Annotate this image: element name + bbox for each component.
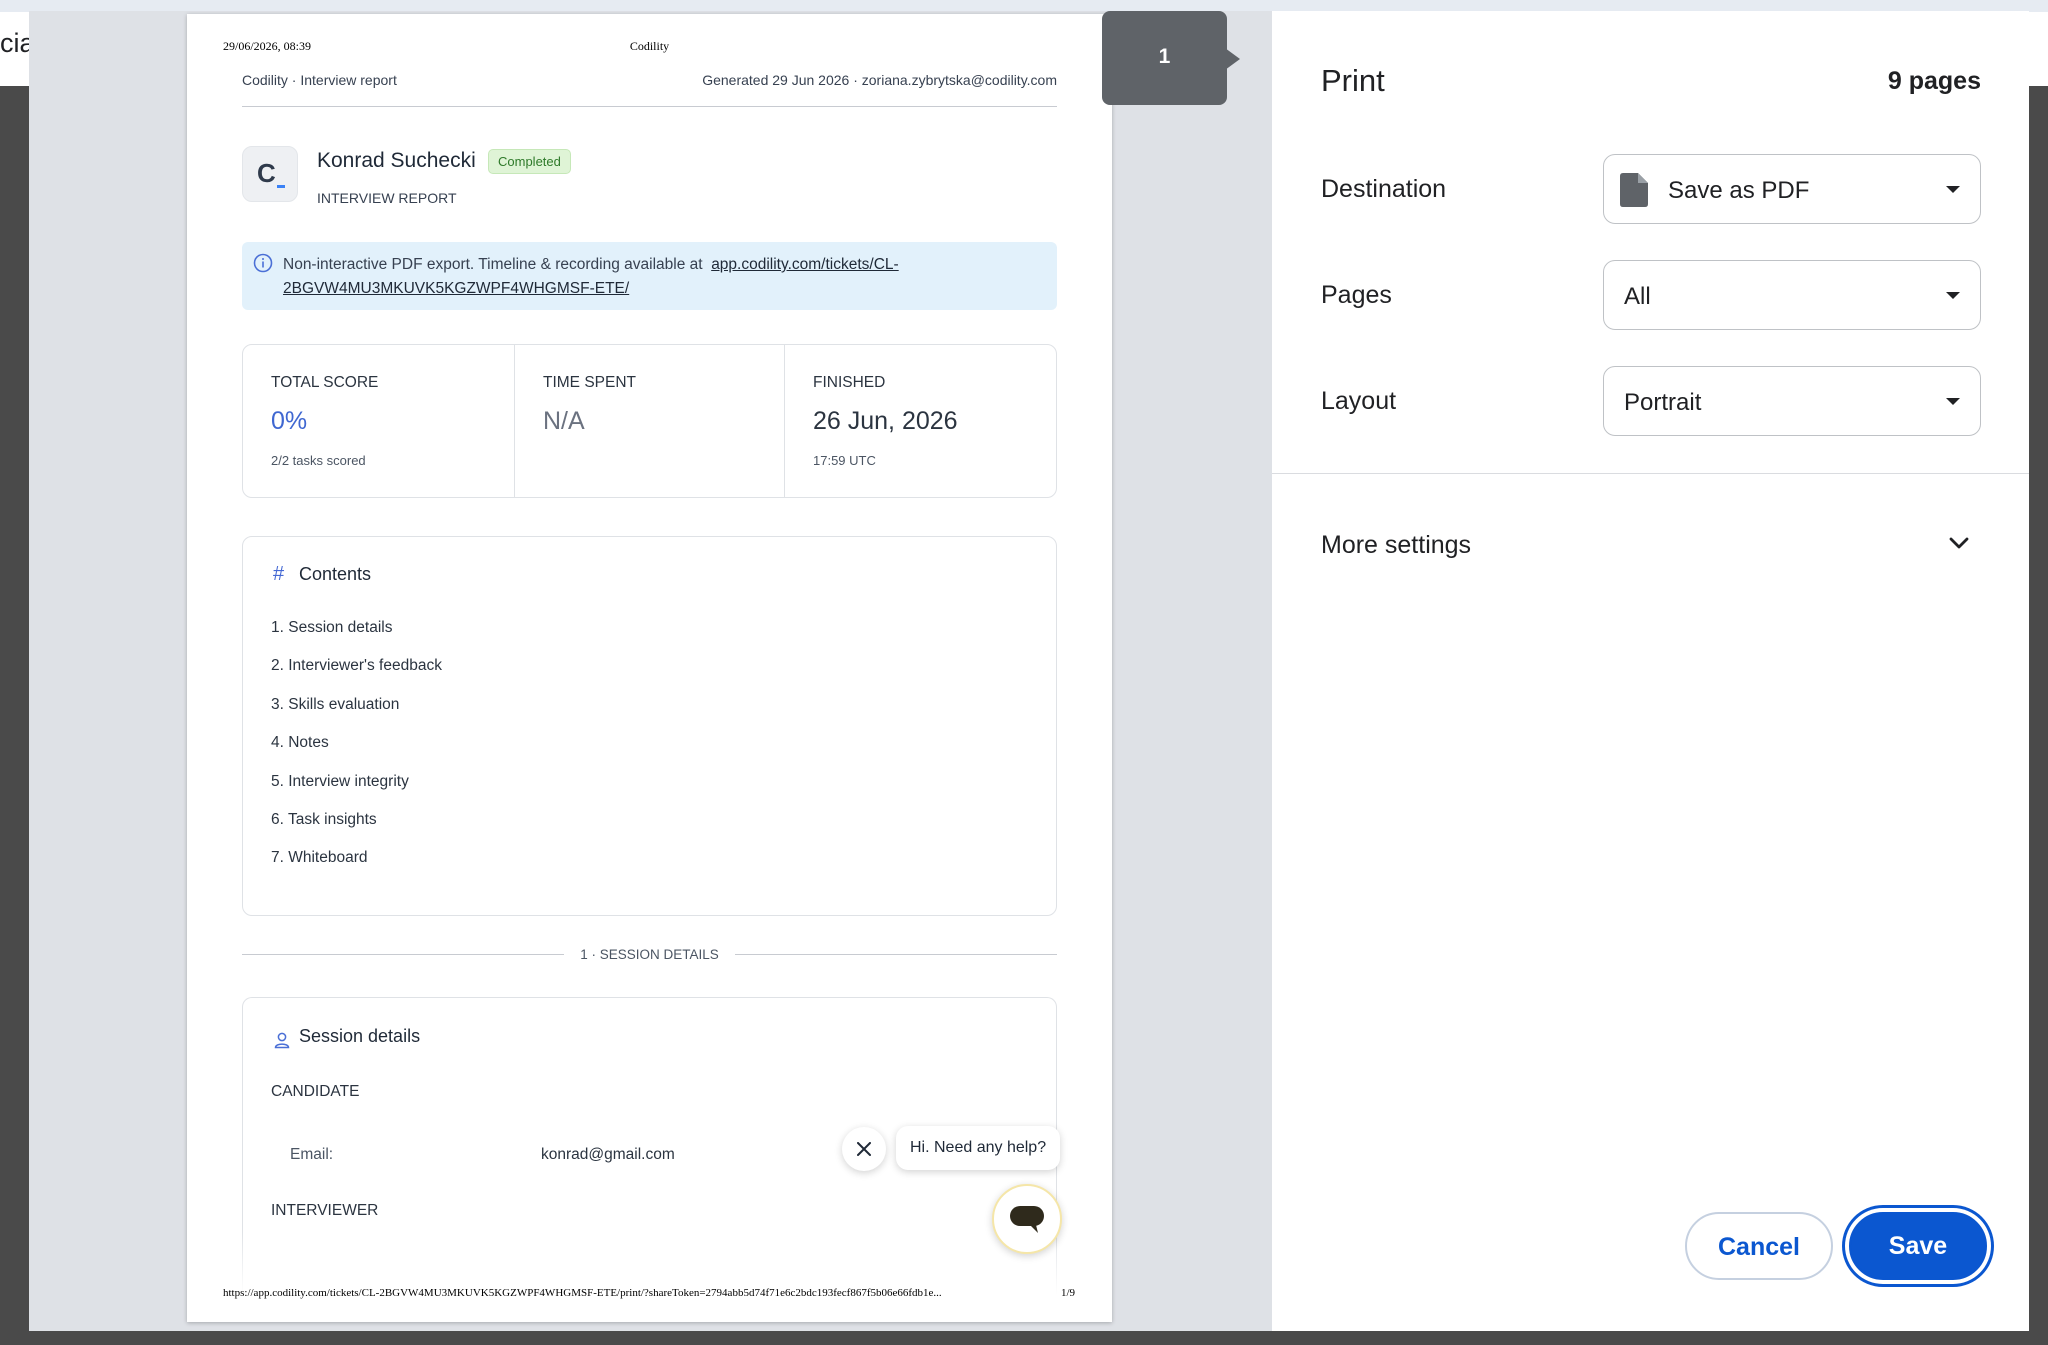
contents-item: 3. Skills evaluation bbox=[271, 695, 400, 713]
pages-value: All bbox=[1624, 283, 1651, 310]
page-count: 9 pages bbox=[1887, 67, 1981, 95]
chat-icon bbox=[1010, 1206, 1044, 1233]
chat-launcher-button[interactable] bbox=[992, 1184, 1062, 1254]
document-icon bbox=[1620, 173, 1648, 207]
print-title: Print bbox=[1321, 63, 1385, 98]
print-header-title: Codility bbox=[629, 39, 670, 53]
layout-label: Layout bbox=[1321, 387, 1397, 415]
close-icon bbox=[857, 1142, 871, 1156]
session-title: Session details bbox=[299, 1026, 421, 1046]
print-footer-url: https://app.codility.com/tickets/CL-2BGV… bbox=[223, 1287, 942, 1299]
logo-cursor bbox=[277, 185, 285, 188]
stat-value: N/A bbox=[543, 407, 585, 435]
print-preview-area[interactable]: 29/06/2026, 08:39 Codility Codility · In… bbox=[29, 11, 1272, 1331]
header-divider bbox=[242, 106, 1057, 107]
dropdown-arrow-icon bbox=[1946, 398, 1960, 405]
candidate-name: Konrad Suchecki bbox=[317, 149, 476, 172]
layout-select[interactable]: Portrait bbox=[1603, 366, 1981, 436]
stat-label: TOTAL SCORE bbox=[271, 374, 379, 391]
preview-page: 29/06/2026, 08:39 Codility Codility · In… bbox=[187, 14, 1112, 1322]
candidate-heading: CANDIDATE bbox=[271, 1083, 360, 1100]
stats-card: TOTAL SCORE 0% 2/2 tasks scored TIME SPE… bbox=[242, 344, 1057, 498]
person-icon bbox=[274, 1032, 290, 1049]
contents-title: Contents bbox=[299, 564, 372, 584]
contents-item: 4. Notes bbox=[271, 734, 329, 752]
settings-divider bbox=[1272, 473, 2029, 474]
info-icon bbox=[253, 253, 273, 273]
stat-value: 0% bbox=[271, 407, 308, 435]
status-badge: Completed bbox=[488, 149, 571, 174]
contents-item: 2. Interviewer's feedback bbox=[271, 657, 442, 675]
report-header-left: Codility · Interview report bbox=[242, 72, 397, 88]
chat-close-button[interactable] bbox=[842, 1127, 886, 1171]
contents-item: 6. Task insights bbox=[271, 810, 377, 828]
destination-label: Destination bbox=[1321, 175, 1447, 203]
destination-value: Save as PDF bbox=[1668, 177, 1810, 204]
print-settings-panel: Print 9 pages Destination Save as PDF Pa… bbox=[1272, 11, 2029, 1331]
report-header-right: Generated 29 Jun 2026 · zoriana.zybrytsk… bbox=[702, 72, 1057, 88]
page-marker-pointer bbox=[1225, 48, 1240, 70]
contents-item: 5. Interview integrity bbox=[271, 772, 409, 790]
page-number: 1 bbox=[1158, 45, 1171, 68]
dropdown-arrow-icon bbox=[1946, 186, 1960, 193]
report-subtitle: INTERVIEW REPORT bbox=[317, 190, 457, 206]
notice-banner: Non-interactive PDF export. Timeline & r… bbox=[242, 242, 1057, 310]
cancel-button[interactable]: Cancel bbox=[1685, 1212, 1833, 1280]
email-label: Email: bbox=[290, 1146, 334, 1163]
contents-item: 1. Session details bbox=[271, 619, 393, 636]
page-number-marker: 1 bbox=[1102, 11, 1227, 105]
stat-total-score: TOTAL SCORE 0% 2/2 tasks scored bbox=[243, 345, 514, 497]
dropdown-arrow-icon bbox=[1946, 292, 1960, 299]
layout-value: Portrait bbox=[1624, 389, 1702, 416]
print-dialog: 29/06/2026, 08:39 Codility Codility · In… bbox=[29, 11, 2029, 1331]
chevron-down-icon[interactable] bbox=[1949, 536, 1969, 550]
page-bottom-fade bbox=[187, 1232, 1112, 1322]
logo-letter: C bbox=[257, 158, 276, 188]
print-footer-page: 1/9 bbox=[1060, 1287, 1075, 1299]
interviewer-heading: INTERVIEWER bbox=[271, 1202, 379, 1219]
more-settings-toggle[interactable]: More settings bbox=[1321, 531, 1471, 560]
email-value: konrad@gmail.com bbox=[541, 1146, 675, 1163]
notice-message: Non-interactive PDF export. Timeline & r… bbox=[283, 256, 703, 273]
section-label: 1 · SESSION DETAILS bbox=[580, 947, 719, 962]
stat-sub: 17:59 UTC bbox=[813, 453, 876, 468]
stat-finished: FINISHED 26 Jun, 2026 17:59 UTC bbox=[784, 345, 1057, 497]
destination-select[interactable]: Save as PDF bbox=[1603, 154, 1981, 224]
contents-card: # Contents 1. Session details 2. Intervi… bbox=[242, 536, 1057, 916]
contents-list: 1. Session details 2. Interviewer's feed… bbox=[271, 619, 442, 888]
stat-label: TIME SPENT bbox=[543, 374, 637, 391]
pages-select[interactable]: All bbox=[1603, 260, 1981, 330]
pages-label: Pages bbox=[1321, 281, 1392, 309]
contents-item: 7. Whiteboard bbox=[271, 849, 368, 867]
candidate-logo: C bbox=[242, 146, 298, 202]
stat-value: 26 Jun, 2026 bbox=[813, 407, 958, 435]
stat-sub: 2/2 tasks scored bbox=[271, 453, 366, 468]
stat-label: FINISHED bbox=[813, 374, 886, 391]
hash-icon: # bbox=[273, 563, 285, 585]
stat-time-spent: TIME SPENT N/A bbox=[514, 345, 785, 497]
save-button[interactable]: Save bbox=[1849, 1212, 1987, 1280]
section-divider: 1 · SESSION DETAILS bbox=[242, 947, 1057, 962]
chat-prompt-bubble[interactable]: Hi. Need any help? bbox=[896, 1126, 1061, 1170]
notice-text: Non-interactive PDF export. Timeline & r… bbox=[283, 253, 983, 301]
